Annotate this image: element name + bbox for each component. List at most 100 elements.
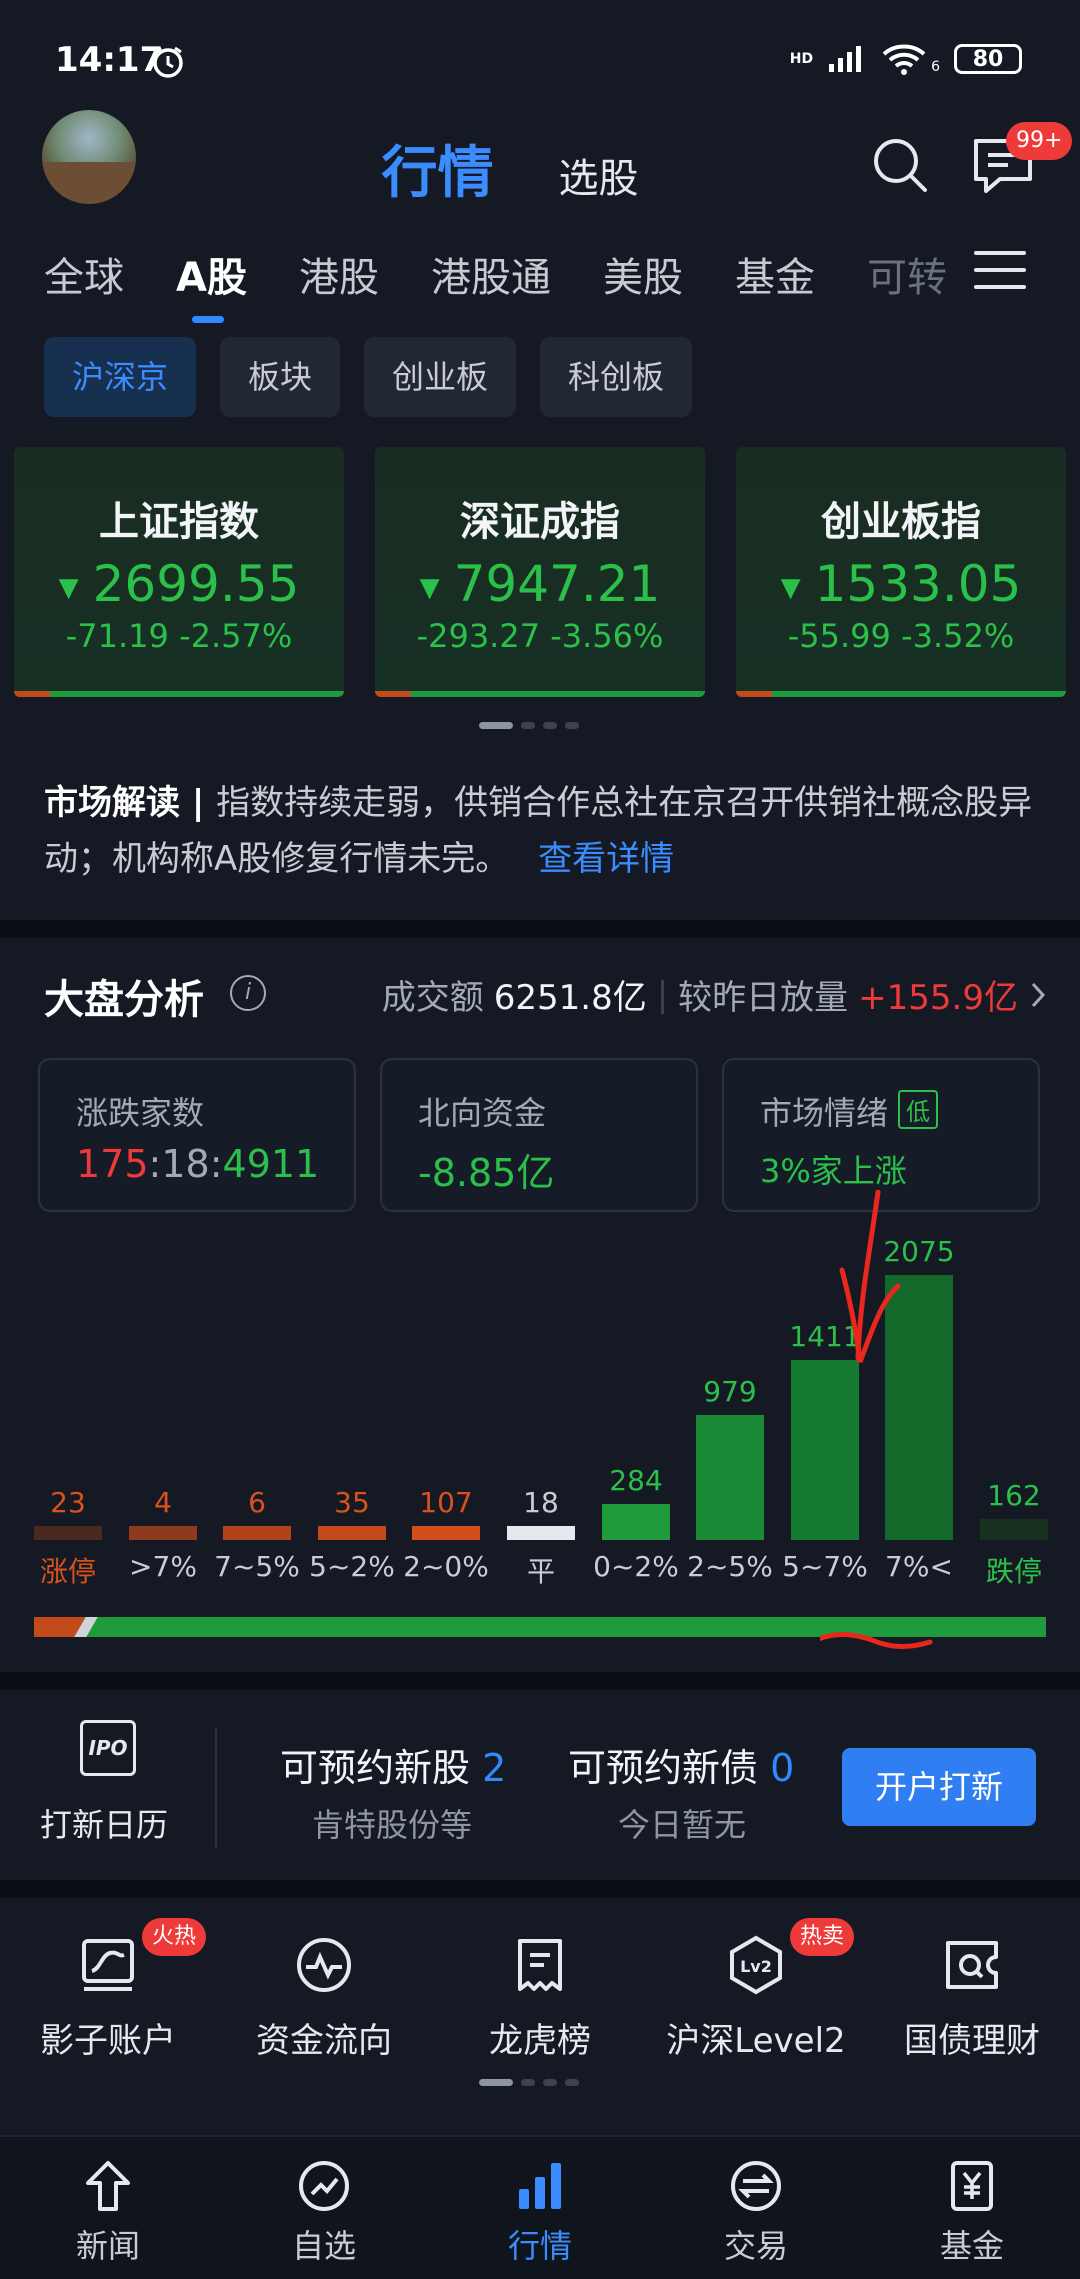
turnover-label: 成交额 [381,978,484,1018]
annotation-arrow [820,1190,933,1649]
hd-label: HD [789,51,814,67]
index-name: 创业板指 [821,499,981,545]
yen-doc-icon [945,2159,999,2213]
wifi-icon [882,44,926,75]
bar-chart-icon [513,2159,567,2213]
updown-label: 涨跌家数 [76,1094,205,1132]
tab-a-share-label: A股 [176,255,247,301]
subtab-hushenjing[interactable]: 沪深京 [44,337,197,417]
sentiment-label-row: 市场情绪低 [760,1088,939,1134]
tool-page-dots [479,2079,579,2086]
nav-watchlist[interactable]: 自选 [244,2159,404,2267]
index-value: 7947.21 [453,555,661,613]
tab-underline [192,316,224,323]
chart-category-label: 7~5% [214,1550,300,1583]
pulse-icon [294,1935,354,1995]
header-title[interactable]: 行情 [381,128,493,209]
sentiment-tag: 低 [898,1090,939,1129]
new-bonds[interactable]: 可预约新债 0 [568,1737,794,1792]
nav-market[interactable]: 行情 [460,2159,620,2267]
chart-category-label: 2~5% [687,1550,773,1583]
chart-bar [602,1504,670,1540]
search-icon[interactable] [870,135,930,199]
subtab-sector[interactable]: 板块 [220,337,341,417]
new-bonds-count: 0 [770,1746,795,1790]
ipo-calendar-label[interactable]: 打新日历 [40,1800,168,1846]
new-stocks[interactable]: 可预约新股 2 [280,1737,506,1792]
section-divider [0,1672,1080,1690]
northbound-label: 北向资金 [418,1094,547,1132]
down-arrow-icon: ▼ [58,572,79,603]
turnover-summary[interactable]: 成交额 6251.8亿 | 较昨日放量 +155.9亿 [382,970,1048,1019]
tab-hk-connect[interactable]: 港股通 [431,245,551,303]
status-right: HD 6 80 [790,42,1022,76]
subtab-chinext[interactable]: 创业板 [364,337,517,417]
status-time: 14:17 [55,40,164,80]
header-secondary[interactable]: 选股 [559,146,639,204]
wifi-sub: 6 [931,59,940,75]
tool-treasury[interactable]: 国债理财 [872,1935,1072,2062]
index-card-sse[interactable]: 上证指数 ▼ 2699.55 -71.19 -2.57% [14,447,344,697]
tab-hk[interactable]: 港股 [299,245,379,303]
message-badge: 99+ [1006,122,1073,160]
index-card-szse[interactable]: 深证成指 ▼ 7947.21 -293.27 -3.56% [375,447,705,697]
chart-category-label: 平 [526,1555,555,1588]
page-dot [565,2079,579,2086]
tab-a-share[interactable]: A股 [176,245,247,323]
vertical-separator [215,1728,217,1848]
tool-dragon-tiger[interactable]: 龙虎榜 [440,1935,640,2062]
info-icon[interactable]: i [230,975,266,1011]
sentiment-label: 市场情绪 [760,1094,889,1132]
tool-label: 影子账户 [40,2021,176,2061]
chart-bar-value: 162 [987,1479,1041,1512]
northbound-card[interactable]: 北向资金 -8.85亿 [380,1058,698,1212]
new-bonds-sub: 今日暂无 [618,1806,747,1844]
tool-capital-flow[interactable]: 资金流向 [224,1935,424,2062]
signal-icon [829,46,862,72]
chevron-right-icon [1031,982,1046,1007]
chart-bar [223,1526,291,1540]
news-detail-link[interactable]: 查看详情 [538,839,674,879]
exchange-icon [729,2159,783,2213]
trend-circle-icon [297,2159,351,2213]
tab-global[interactable]: 全球 [44,245,124,303]
index-card-chinext[interactable]: 创业板指 ▼ 1533.05 -55.99 -3.52% [736,447,1066,697]
menu-icon[interactable] [972,245,1028,299]
sentiment-card[interactable]: 市场情绪低 3%家上涨 [722,1058,1040,1212]
index-trend-bar [375,691,705,697]
nav-label: 行情 [507,2227,572,2265]
ipo-calendar-icon[interactable]: IPO [80,1720,136,1776]
updown-count-card[interactable]: 涨跌家数 175:18:4911 [38,1058,356,1212]
market-tabs: 全球 A股 港股 港股通 美股 基金 可转 [44,245,999,323]
market-news[interactable]: 市场解读 | 指数持续走弱，供销合作总社在京召开供销社概念股异动；机构称A股修复… [44,775,1034,887]
nav-fund[interactable]: 基金 [892,2159,1052,2267]
hot-badge: 火热 [142,1918,207,1956]
index-change: -293.27 -3.56% [416,617,664,655]
new-stocks-label: 可预约新股 [280,1746,471,1790]
section-divider [0,1880,1080,1898]
open-account-button[interactable]: 开户打新 [842,1748,1036,1826]
chart-bar-value: 35 [334,1486,370,1519]
tab-convertible[interactable]: 可转 [867,245,947,303]
chart-category-label: 2~0% [403,1550,489,1583]
down-count: 4911 [222,1142,320,1186]
page-dot [543,2079,557,2086]
turnover-value: 6251.8亿 [493,978,647,1018]
nav-trade[interactable]: 交易 [676,2159,836,2267]
tab-us[interactable]: 美股 [603,245,683,303]
nav-label: 新闻 [75,2227,140,2265]
tab-fund[interactable]: 基金 [735,245,815,303]
new-stocks-count: 2 [482,1746,507,1790]
index-value: 2699.55 [92,555,300,613]
nav-news[interactable]: 新闻 [28,2159,188,2267]
alarm-icon [150,44,186,84]
index-name: 上证指数 [99,499,259,545]
subtab-star[interactable]: 科创板 [540,337,693,417]
card-page-dots [479,722,579,729]
chart-bar-value: 4 [154,1486,172,1519]
chart-bar [507,1526,575,1540]
index-change: -71.19 -2.57% [65,617,293,655]
volume-label: 较昨日放量 [678,978,849,1018]
chart-bar-value: 107 [419,1486,473,1519]
nav-label: 基金 [939,2227,1004,2265]
